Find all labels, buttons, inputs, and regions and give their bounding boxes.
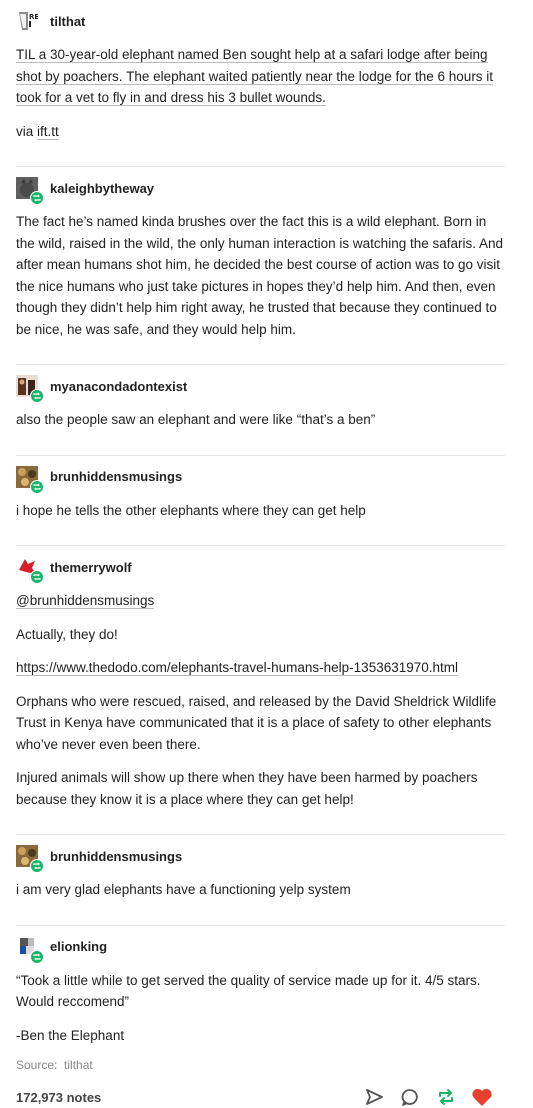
avatar[interactable]: [16, 556, 38, 578]
avatar[interactable]: [16, 375, 38, 397]
reblog-badge-icon: [30, 950, 44, 964]
post-block-themerrywolf: themerrywolf @brunhiddensmusings Actuall…: [16, 546, 505, 835]
post-text: also the people saw an elephant and were…: [16, 409, 505, 431]
via-line: via ift.tt: [16, 121, 505, 143]
post-block-myanacondadontexist: myanacondadontexist also the people saw …: [16, 365, 505, 456]
post-text: The fact he’s named kinda brushes over t…: [16, 211, 505, 340]
post-block-brunhiddensmusings-2: brunhiddensmusings i am very glad elepha…: [16, 835, 505, 926]
username[interactable]: kaleighbytheway: [50, 181, 154, 196]
post-text: Orphans who were rescued, raised, and re…: [16, 691, 505, 756]
reblog-badge-icon: [30, 480, 44, 494]
avatar[interactable]: [16, 466, 38, 488]
post-text: i hope he tells the other elephants wher…: [16, 500, 505, 522]
post-block-tilthat: RE tilthat TIL a 30-year-old elephant na…: [16, 0, 505, 167]
post-block-elionking: elionking “Took a little while to get se…: [16, 926, 505, 1108]
mention-link[interactable]: @brunhiddensmusings: [16, 593, 154, 609]
post-text: -Ben the Elephant: [16, 1025, 505, 1047]
username[interactable]: brunhiddensmusings: [50, 469, 182, 484]
tilthat-avatar-icon: RE: [16, 10, 38, 32]
username[interactable]: myanacondadontexist: [50, 379, 187, 394]
username[interactable]: brunhiddensmusings: [50, 849, 182, 864]
post-block-brunhiddensmusings: brunhiddensmusings i hope he tells the o…: [16, 456, 505, 547]
source-line: Source: tilthat: [16, 1058, 505, 1072]
avatar[interactable]: [16, 936, 38, 958]
reblog-badge-icon: [30, 570, 44, 584]
username[interactable]: themerrywolf: [50, 560, 132, 575]
avatar[interactable]: [16, 177, 38, 199]
article-link[interactable]: https://www.thedodo.com/elephants-travel…: [16, 660, 458, 676]
post-text: TIL a 30-year-old elephant named Ben sou…: [16, 44, 505, 109]
source-link[interactable]: tilthat: [64, 1058, 93, 1072]
post-text: i am very glad elephants have a function…: [16, 879, 505, 901]
reblog-badge-icon: [30, 389, 44, 403]
post-text: Injured animals will show up there when …: [16, 767, 505, 810]
via-link[interactable]: ift.tt: [37, 124, 59, 140]
post-text: Actually, they do!: [16, 624, 505, 646]
source-label: Source:: [16, 1058, 57, 1072]
avatar[interactable]: RE: [16, 10, 38, 32]
post-text-link[interactable]: TIL a 30-year-old elephant named Ben sou…: [16, 47, 493, 106]
notes-count[interactable]: 172,973 notes: [16, 1090, 101, 1105]
reblog-badge-icon: [30, 191, 44, 205]
username[interactable]: elionking: [50, 939, 107, 954]
post-block-kaleighbytheway: kaleighbytheway The fact he’s named kind…: [16, 167, 505, 365]
svg-text:RE: RE: [29, 13, 38, 21]
via-label: via: [16, 124, 37, 139]
avatar[interactable]: [16, 845, 38, 867]
post-text: “Took a little while to get served the q…: [16, 970, 505, 1013]
username[interactable]: tilthat: [50, 14, 85, 29]
reblog-badge-icon: [30, 859, 44, 873]
post-thread: RE tilthat TIL a 30-year-old elephant na…: [0, 0, 533, 1108]
